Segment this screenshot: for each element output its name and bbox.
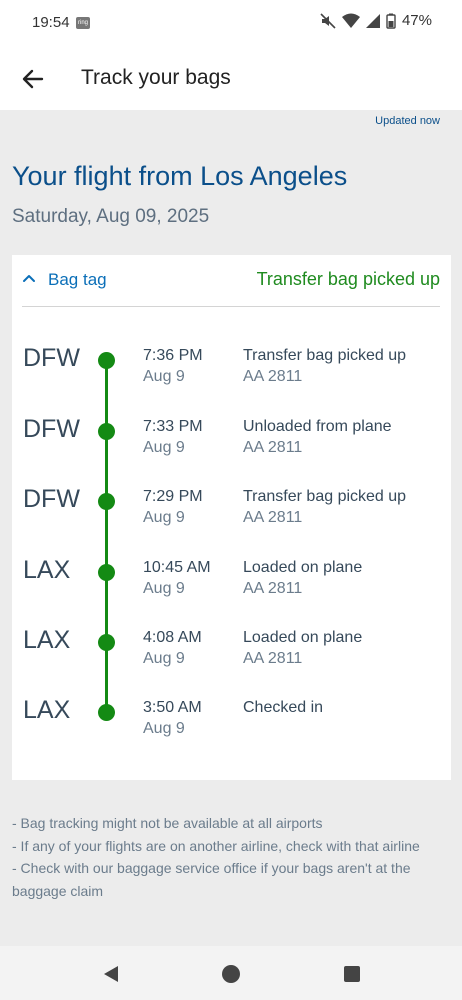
event-date: Aug 9 bbox=[143, 720, 185, 737]
note-item: - Bag tracking might not be available at… bbox=[12, 815, 323, 831]
note-item: - Check with our baggage service office … bbox=[12, 860, 411, 899]
timeline-dot bbox=[98, 704, 115, 721]
event-time: 7:29 PM bbox=[143, 488, 203, 505]
chevron-up-icon bbox=[23, 275, 35, 282]
redacted-bag-tag-number bbox=[112, 267, 252, 293]
timeline-event: LAX 10:45 AM Aug 9 Loaded on plane AA 28… bbox=[12, 556, 451, 616]
event-time: 10:45 AM bbox=[143, 559, 211, 576]
battery-level: 47% bbox=[401, 12, 432, 29]
event-date: Aug 9 bbox=[143, 368, 185, 385]
divider bbox=[22, 306, 440, 307]
event-description: Loaded on plane bbox=[243, 629, 363, 646]
arrow-left-icon bbox=[22, 69, 44, 89]
event-date: Aug 9 bbox=[143, 509, 185, 526]
event-airport: LAX bbox=[23, 626, 71, 654]
flight-title: Your flight from Los Angeles bbox=[12, 161, 348, 191]
event-airport: DFW bbox=[23, 344, 80, 372]
battery-icon bbox=[386, 13, 396, 29]
event-airport: DFW bbox=[23, 485, 80, 513]
event-description: Transfer bag picked up bbox=[243, 488, 407, 505]
bag-tracking-card: Bag tag Transfer bag picked up DFW 7:36 … bbox=[12, 255, 451, 780]
event-airport: LAX bbox=[23, 556, 71, 584]
event-airport: LAX bbox=[23, 696, 71, 724]
timeline-dot bbox=[98, 423, 115, 440]
timeline-dot bbox=[98, 634, 115, 651]
system-nav-bar bbox=[0, 946, 462, 1000]
timeline-event: DFW 7:33 PM Aug 9 Unloaded from plane AA… bbox=[12, 415, 451, 475]
bag-tag-label: Bag tag bbox=[48, 270, 107, 289]
timeline-event: DFW 7:36 PM Aug 9 Transfer bag picked up… bbox=[12, 344, 451, 404]
event-time: 7:33 PM bbox=[143, 418, 203, 435]
info-notes: - Bag tracking might not be available at… bbox=[12, 812, 452, 902]
nav-back-button[interactable] bbox=[100, 963, 122, 985]
bag-status: Transfer bag picked up bbox=[256, 269, 440, 289]
event-time: 4:08 AM bbox=[143, 629, 202, 646]
ring-app-icon: ring bbox=[76, 17, 90, 29]
mute-icon bbox=[320, 12, 336, 29]
triangle-back-icon bbox=[104, 966, 118, 982]
event-flight: AA 2811 bbox=[243, 368, 303, 385]
square-recents-icon bbox=[344, 966, 360, 982]
timeline-event: DFW 7:29 PM Aug 9 Transfer bag picked up… bbox=[12, 485, 451, 545]
event-time: 7:36 PM bbox=[143, 347, 203, 364]
event-flight: AA 2811 bbox=[243, 580, 303, 597]
app-bar: Track your bags bbox=[0, 46, 462, 110]
event-flight: AA 2811 bbox=[243, 509, 303, 526]
event-date: Aug 9 bbox=[143, 439, 185, 456]
nav-recents-button[interactable] bbox=[341, 963, 363, 985]
event-flight: AA 2811 bbox=[243, 650, 303, 667]
status-time: 19:54 bbox=[32, 14, 70, 31]
timeline-event: LAX 3:50 AM Aug 9 Checked in bbox=[12, 696, 451, 756]
timeline-dot bbox=[98, 493, 115, 510]
event-date: Aug 9 bbox=[143, 650, 185, 667]
event-date: Aug 9 bbox=[143, 580, 185, 597]
page-title: Track your bags bbox=[81, 66, 231, 89]
event-description: Unloaded from plane bbox=[243, 418, 392, 435]
event-time: 3:50 AM bbox=[143, 699, 202, 716]
status-icons: 47% bbox=[320, 12, 432, 29]
bag-tag-toggle[interactable]: Bag tag Transfer bag picked up bbox=[22, 267, 440, 297]
event-description: Transfer bag picked up bbox=[243, 347, 407, 364]
timeline-event: LAX 4:08 AM Aug 9 Loaded on plane AA 281… bbox=[12, 626, 451, 686]
event-flight: AA 2811 bbox=[243, 439, 303, 456]
note-item: - If any of your flights are on another … bbox=[12, 837, 420, 854]
wifi-icon bbox=[341, 13, 360, 28]
nav-home-button[interactable] bbox=[220, 963, 242, 985]
flight-date: Saturday, Aug 09, 2025 bbox=[12, 206, 210, 227]
event-description: Loaded on plane bbox=[243, 559, 363, 576]
updated-label: Updated now bbox=[375, 115, 440, 127]
timeline-dot bbox=[98, 564, 115, 581]
signal-icon bbox=[365, 13, 380, 28]
back-button[interactable] bbox=[18, 64, 48, 94]
circle-home-icon bbox=[222, 965, 240, 983]
event-airport: DFW bbox=[23, 415, 80, 443]
timeline-dot bbox=[98, 352, 115, 369]
status-bar: 19:54 ring 47% bbox=[0, 0, 462, 46]
event-description: Checked in bbox=[243, 699, 324, 716]
